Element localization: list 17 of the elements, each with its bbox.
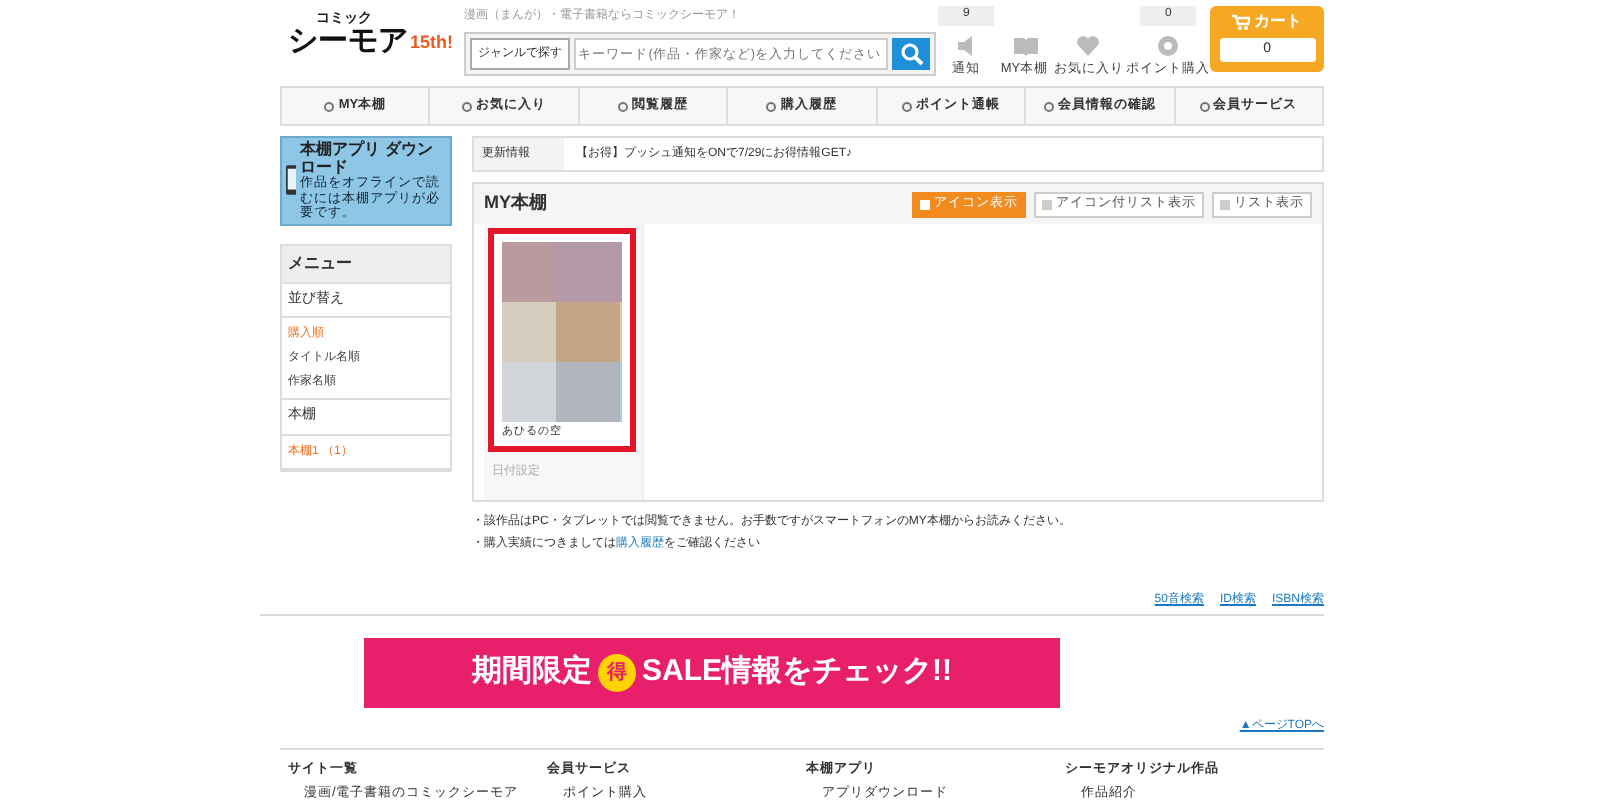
cart-icon bbox=[1232, 14, 1251, 30]
search-button[interactable] bbox=[892, 38, 931, 70]
nav-icon bbox=[1043, 101, 1054, 111]
nav-icon bbox=[1199, 101, 1210, 111]
nav-icon bbox=[462, 101, 473, 111]
search-icon bbox=[899, 42, 924, 66]
heart-icon bbox=[1076, 34, 1103, 58]
nav-icon bbox=[901, 101, 912, 111]
nav-icon bbox=[766, 101, 777, 111]
nav-icon bbox=[618, 101, 629, 111]
menu-title: メニュー bbox=[282, 245, 450, 283]
book-icon bbox=[1011, 34, 1038, 58]
coin-icon bbox=[1155, 34, 1182, 58]
sale-banner[interactable]: 期間限定 得 SALE情報をチェック!! bbox=[364, 638, 1060, 708]
nav-icon bbox=[324, 101, 335, 111]
shelf-title: MY本棚 bbox=[484, 190, 547, 217]
sale-mark: 得 bbox=[598, 654, 636, 692]
